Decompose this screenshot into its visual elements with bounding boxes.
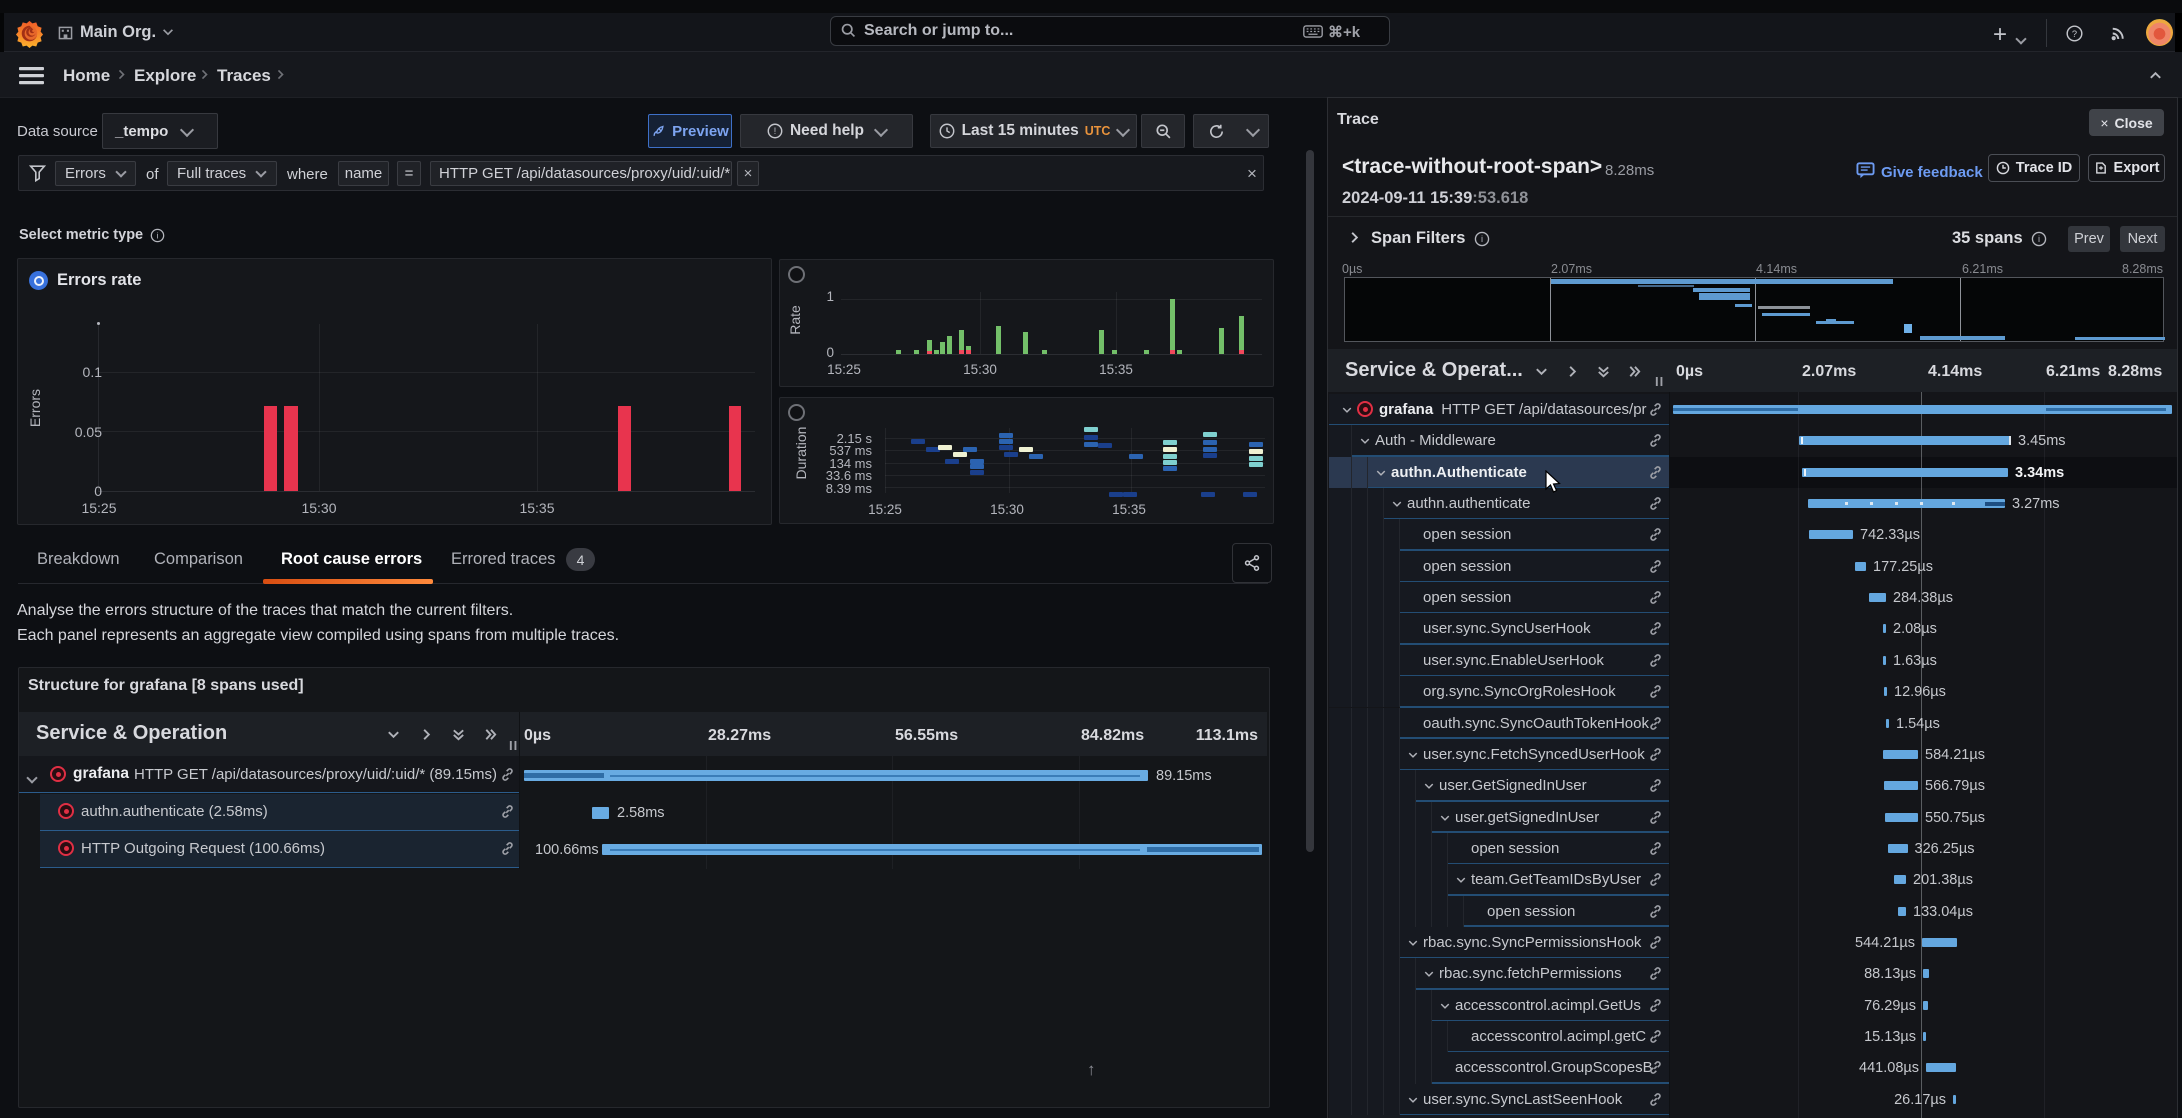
svg-text:!: ! bbox=[774, 126, 776, 136]
svg-text:i: i bbox=[1481, 234, 1483, 244]
svg-text:?: ? bbox=[2072, 29, 2077, 39]
svg-text:i: i bbox=[157, 231, 159, 241]
svg-text:i: i bbox=[2038, 234, 2040, 244]
